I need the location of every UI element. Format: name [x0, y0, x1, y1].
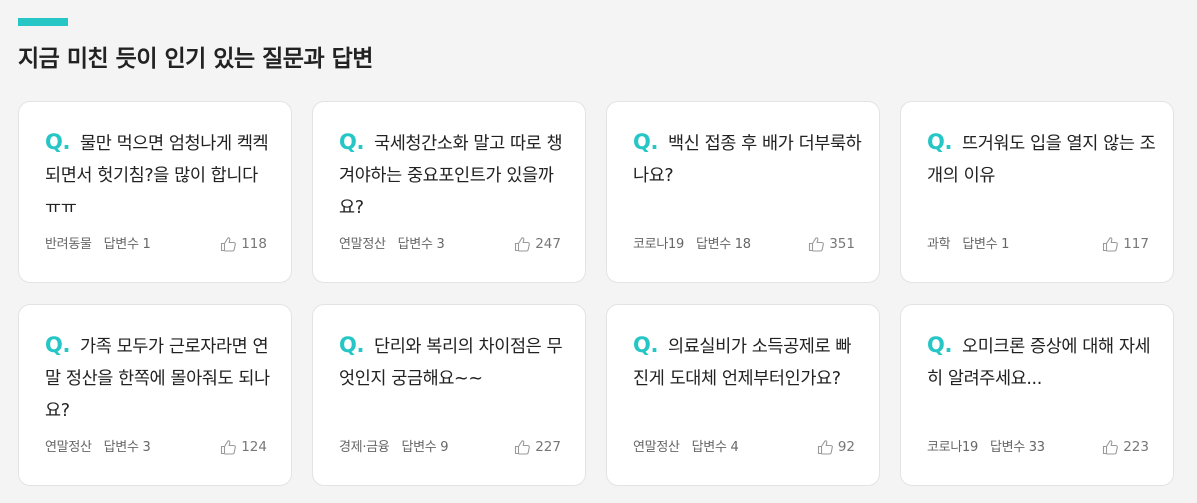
question-text: 오미크론 증상에 대해 자세히 알려주세요...: [927, 337, 1151, 389]
card-meta: 과학 답변수 1: [927, 233, 1009, 252]
answer-count: 답변수 18: [695, 237, 751, 252]
question-card[interactable]: Q. 국세청간소화 말고 따로 챙겨야하는 중요포인트가 있을까요? 연말정산 답변…: [312, 101, 586, 283]
question-text: 백신 접종 후 배가 더부룩하나요?: [633, 134, 862, 186]
question-text: 가족 모두가 근로자라면 연말 정산을 한쪽에 몰아줘도 되나요?: [45, 337, 270, 421]
question-text: 단리와 복리의 차이점은 무엇인지 궁금해요~~: [339, 337, 563, 389]
q-mark: Q.: [927, 130, 953, 154]
thumbs-up-icon: [808, 236, 825, 252]
q-mark: Q.: [927, 333, 953, 357]
category-label: 연말정산: [633, 440, 680, 455]
q-mark: Q.: [339, 130, 365, 154]
thumbs-up-icon: [817, 439, 834, 455]
question-card[interactable]: Q. 단리와 복리의 차이점은 무엇인지 궁금해요~~ 경제·금융 답변수 9 22…: [312, 304, 586, 486]
section-accent-bar: [18, 18, 68, 26]
thumbs-up-icon: [1102, 439, 1119, 455]
question-card[interactable]: Q. 뜨거워도 입을 열지 않는 조개의 이유 과학 답변수 1 117: [900, 101, 1174, 283]
category-label: 반려동물: [45, 237, 92, 252]
answer-count: 답변수 1: [962, 237, 1010, 252]
like-count-group: 118: [220, 236, 267, 252]
thumbs-up-icon: [220, 439, 237, 455]
card-meta: 연말정산 답변수 4: [633, 436, 739, 455]
category-label: 코로나19: [927, 440, 978, 455]
question-text: 물만 먹으면 엄청나게 켁켁되면서 헛기침?을 많이 합니다 ㅠㅠ: [45, 134, 269, 218]
card-meta: 경제·금융 답변수 9: [339, 436, 449, 455]
question-card-grid: Q. 물만 먹으면 엄청나게 켁켁되면서 헛기침?을 많이 합니다 ㅠㅠ 반려동물…: [18, 101, 1174, 486]
question-card[interactable]: Q. 물만 먹으면 엄청나게 켁켁되면서 헛기침?을 많이 합니다 ㅠㅠ 반려동물…: [18, 101, 292, 283]
like-count: 118: [241, 236, 267, 252]
thumbs-up-icon: [1102, 236, 1119, 252]
like-count-group: 124: [220, 439, 267, 455]
like-count: 223: [1123, 439, 1149, 455]
section-title: 지금 미친 듯이 인기 있는 질문과 답변: [18, 46, 373, 72]
question-card[interactable]: Q. 오미크론 증상에 대해 자세히 알려주세요... 코로나19 답변수 33 2…: [900, 304, 1174, 486]
like-count: 117: [1123, 236, 1149, 252]
like-count-group: 117: [1102, 236, 1149, 252]
answer-count: 답변수 3: [397, 237, 445, 252]
like-count-group: 223: [1102, 439, 1149, 455]
question-text: 의료실비가 소득공제로 빠진게 도대체 언제부터인가요?: [633, 337, 852, 389]
thumbs-up-icon: [514, 439, 531, 455]
card-meta: 연말정산 답변수 3: [45, 436, 151, 455]
like-count-group: 351: [808, 236, 855, 252]
card-meta: 코로나19 답변수 33: [927, 436, 1045, 455]
like-count: 92: [837, 439, 855, 455]
question-card[interactable]: Q. 백신 접종 후 배가 더부룩하나요? 코로나19 답변수 18 351: [606, 101, 880, 283]
card-meta: 코로나19 답변수 18: [633, 233, 751, 252]
q-mark: Q.: [339, 333, 365, 357]
like-count: 351: [829, 236, 855, 252]
thumbs-up-icon: [220, 236, 237, 252]
q-mark: Q.: [45, 333, 71, 357]
answer-count: 답변수 1: [103, 237, 151, 252]
category-label: 코로나19: [633, 237, 684, 252]
question-card[interactable]: Q. 가족 모두가 근로자라면 연말 정산을 한쪽에 몰아줘도 되나요? 연말정산…: [18, 304, 292, 486]
card-meta: 반려동물 답변수 1: [45, 233, 151, 252]
like-count: 247: [535, 236, 561, 252]
answer-count: 답변수 33: [989, 440, 1045, 455]
category-label: 연말정산: [339, 237, 386, 252]
answer-count: 답변수 4: [691, 440, 739, 455]
card-meta: 연말정산 답변수 3: [339, 233, 445, 252]
like-count-group: 227: [514, 439, 561, 455]
like-count: 227: [535, 439, 561, 455]
like-count-group: 92: [817, 439, 855, 455]
question-text: 뜨거워도 입을 열지 않는 조개의 이유: [927, 134, 1156, 186]
like-count-group: 247: [514, 236, 561, 252]
q-mark: Q.: [633, 333, 659, 357]
thumbs-up-icon: [514, 236, 531, 252]
like-count: 124: [241, 439, 267, 455]
category-label: 경제·금융: [339, 440, 390, 455]
question-card[interactable]: Q. 의료실비가 소득공제로 빠진게 도대체 언제부터인가요? 연말정산 답변수 4…: [606, 304, 880, 486]
answer-count: 답변수 9: [401, 440, 449, 455]
q-mark: Q.: [633, 130, 659, 154]
category-label: 연말정산: [45, 440, 92, 455]
q-mark: Q.: [45, 130, 71, 154]
answer-count: 답변수 3: [103, 440, 151, 455]
question-text: 국세청간소화 말고 따로 챙겨야하는 중요포인트가 있을까요?: [339, 134, 563, 218]
category-label: 과학: [927, 237, 951, 252]
